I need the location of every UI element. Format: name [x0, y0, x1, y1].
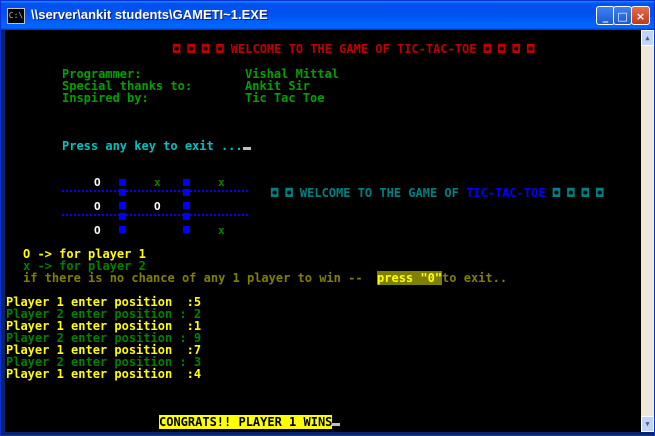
draw-text: if there is no chance of any 1 player to… [23, 271, 378, 285]
close-button[interactable]: × [631, 6, 650, 25]
draw-key-highlight: press "0" [377, 271, 443, 285]
press-key-prompt: Press any key to exit ... [62, 139, 251, 153]
board-cell: x [218, 224, 225, 237]
scroll-down-icon[interactable]: ▼ [641, 416, 654, 432]
grid-node [183, 213, 190, 220]
welcome-banner: ◘ ◘ ◘ ◘ WELCOME TO THE GAME OF TIC-TAC-T… [173, 42, 535, 56]
text-cursor [332, 423, 341, 426]
grid-node [183, 226, 190, 233]
console-output[interactable]: ◘ ◘ ◘ ◘ WELCOME TO THE GAME OF TIC-TAC-T… [5, 30, 641, 432]
banner2-left: ◘ ◘ WELCOME TO THE GAME OF [271, 186, 467, 200]
credit-value-inspired: Tic Tac Toe [245, 91, 325, 105]
grid-node [183, 189, 190, 196]
board-cell: O [154, 200, 161, 213]
console-icon[interactable]: C:\ [7, 8, 25, 24]
grid-node [183, 179, 190, 186]
grid-node [119, 226, 126, 233]
grid-node [119, 179, 126, 186]
legend-draw: if there is no chance of any 1 player to… [23, 271, 507, 285]
game-board: O x x O O O x [62, 176, 252, 238]
title-bar[interactable]: C:\ \\server\ankit students\GAMETI~1.EXE… [1, 1, 654, 30]
board-cell: O [94, 200, 101, 213]
board-cell: x [154, 176, 161, 189]
credit-label-inspired: Inspired by: [62, 91, 149, 105]
draw-post: to exit.. [442, 271, 508, 285]
move-line: Player 1 enter position :4 [6, 367, 202, 381]
maximize-button[interactable]: □ [613, 6, 632, 25]
board-line [62, 214, 248, 218]
grid-node [119, 189, 126, 196]
vertical-scrollbar[interactable]: ▲ ▼ [641, 30, 654, 432]
board-cell: O [94, 176, 101, 189]
grid-node [119, 213, 126, 220]
welcome-banner-2: ◘ ◘ WELCOME TO THE GAME OF TIC-TAC-TOE ◘… [271, 186, 603, 200]
board-cell: x [218, 176, 225, 189]
grid-node [183, 202, 190, 209]
window-title: \\server\ankit students\GAMETI~1.EXE [31, 7, 268, 22]
result-line: CONGRATS!! PLAYER 1 WINS [159, 415, 341, 429]
console-window: C:\ \\server\ankit students\GAMETI~1.EXE… [0, 0, 655, 436]
banner2-game: TIC-TAC-TOE [466, 186, 546, 200]
grid-node [119, 202, 126, 209]
win-message: CONGRATS!! PLAYER 1 WINS [159, 415, 333, 429]
scroll-up-icon[interactable]: ▲ [641, 30, 654, 46]
board-cell: O [94, 224, 101, 237]
banner2-right: ◘ ◘ ◘ ◘ [545, 186, 604, 200]
board-line [62, 190, 248, 194]
text-cursor [242, 147, 251, 150]
press-key-text: Press any key to exit ... [62, 139, 243, 153]
